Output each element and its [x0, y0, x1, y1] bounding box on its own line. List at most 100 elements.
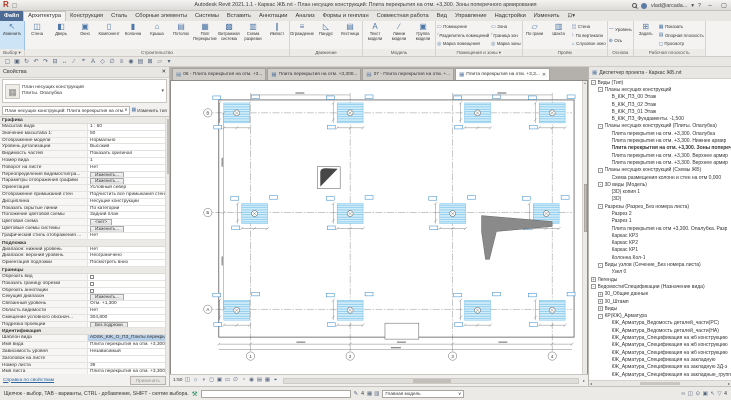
property-value[interactable]	[88, 281, 165, 287]
select-links-icon[interactable]: ∞	[681, 391, 685, 397]
area-button[interactable]: ▭Зона	[491, 24, 521, 30]
ref-plane-button[interactable]: ▤Опорная плоскость	[659, 32, 704, 38]
ribbon-tab[interactable]: Архитектура	[23, 11, 66, 21]
area-boundary-button[interactable]: ∕Граница зон	[491, 32, 521, 38]
drag-on-selection-icon[interactable]: ↖	[710, 391, 715, 397]
browser-item[interactable]: Каркас КР2	[589, 240, 731, 247]
browser-item[interactable]: -Разрезы (Разрез_Без номера листа)	[589, 203, 731, 210]
plan-canvas[interactable]: 1 2 3 4 В Б А ▴	[170, 80, 588, 374]
scrollbar-thumb[interactable]	[413, 379, 451, 383]
collapse-icon[interactable]: -	[598, 182, 603, 187]
browser-item[interactable]: Узел 0	[589, 269, 731, 276]
browser-item[interactable]: Плита перекрытия на отм. +3,300. Нижнее …	[589, 137, 731, 144]
ribbon-tab[interactable]: Формы и генплан	[319, 11, 373, 21]
browser-item[interactable]: КЖ_Арматура_Ведомость деталей_части(РС)	[589, 320, 731, 327]
select-underlay-icon[interactable]: ◫	[688, 391, 693, 397]
browser-item[interactable]: Колонна Кол-1	[589, 254, 731, 261]
browser-item[interactable]: Плита перекрытия на отм. +3,300. Зоны по…	[589, 145, 731, 152]
collapse-icon[interactable]: -	[598, 263, 603, 268]
mullion-button[interactable]: ∥Импост	[265, 21, 289, 49]
model-group-button[interactable]: ▣Группа модели	[411, 21, 435, 49]
room-separator-button[interactable]: ∕Разделитель помещений	[437, 32, 489, 38]
browser-item[interactable]: КЖ_Арматура_Спецификация на жб конструкц…	[589, 342, 731, 349]
ribbon-tab[interactable]: Аннотации	[255, 11, 291, 21]
browser-item[interactable]: В_КЖ_ПЗ_Фундаменты. -1,500	[589, 115, 731, 122]
editable-only-icon[interactable]: ✎	[354, 391, 359, 397]
ribbon-group-label[interactable]: Движение	[290, 49, 362, 56]
expand-icon[interactable]: +	[598, 299, 603, 304]
ribbon-tab[interactable]: Изменить	[530, 11, 564, 21]
scrollbar-thumb[interactable]	[167, 119, 170, 174]
edit-button[interactable]: Изменить...	[90, 226, 124, 232]
modify-button[interactable]: ↖Изменить	[0, 21, 24, 49]
property-value[interactable]	[88, 288, 165, 294]
grid-button[interactable]: ⊕Ось	[609, 38, 632, 44]
schedules-icon[interactable]: ▤	[137, 58, 144, 65]
viewer-button[interactable]: ◻Просмотр	[659, 41, 704, 47]
expand-icon[interactable]: +	[598, 292, 603, 297]
collapse-icon[interactable]: -	[591, 80, 596, 85]
property-group-header[interactable]: Графика	[0, 117, 165, 124]
canvas-vertical-scrollbar[interactable]: ▴	[582, 81, 587, 374]
restore-button[interactable]: ▢	[719, 2, 729, 9]
wall-opening-button[interactable]: ◫Стена	[572, 24, 606, 30]
property-group-header[interactable]: Идентификация	[0, 328, 165, 335]
measure-icon[interactable]: ↔	[61, 59, 68, 65]
model-line-button[interactable]: ∕Линии модели	[387, 21, 411, 49]
vertical-opening-button[interactable]: ↕По вертикали	[572, 32, 606, 38]
ribbon-tab[interactable]: Файл	[0, 11, 23, 21]
browser-item[interactable]: +00_Штамп	[589, 298, 731, 305]
property-value[interactable]: Изменить...	[88, 178, 165, 184]
browser-item[interactable]: В_КЖ_ПЗ_00 Этаж	[589, 94, 731, 101]
property-value[interactable]: <нет>	[88, 219, 165, 225]
ribbon-tab[interactable]: Конструкция	[66, 11, 107, 21]
view-tab[interactable]: ▦Плита перекрытия на отм. +3,300...	[267, 68, 361, 80]
browser-item[interactable]: Каркас КР1	[589, 247, 731, 254]
section-icon[interactable]: ∅	[109, 58, 116, 65]
collapse-icon[interactable]: -	[591, 284, 596, 289]
properties-help-link[interactable]: Справка по свойствам	[3, 378, 54, 383]
detail-symbol[interactable]	[317, 167, 340, 189]
design-options-icon[interactable]: ▥	[374, 391, 379, 397]
undo-icon[interactable]: ↶	[33, 58, 40, 65]
design-options-combo[interactable]: Главная модель ∨	[382, 390, 464, 398]
switch-windows-icon[interactable]: ▱	[156, 58, 163, 65]
ribbon-tab[interactable]: Сборные элементы	[131, 11, 191, 21]
browser-item[interactable]: +Виды	[589, 305, 731, 312]
browser-item[interactable]: Схема размещения колонн и стен на отм 0,…	[589, 174, 731, 181]
browser-item[interactable]: В_КЖ_ПЗ_01 Этаж	[589, 108, 731, 115]
browser-item[interactable]: Разрез 2	[589, 210, 731, 217]
app-menu-icon[interactable]: ▢	[12, 2, 18, 9]
browser-item[interactable]: КЖ_Арматура_Спецификация на жб конструкц…	[589, 349, 731, 356]
browser-item[interactable]: -Ведомости/Спецификации (Назначение вида…	[589, 283, 731, 290]
show-work-plane-button[interactable]: ▦Показать	[659, 24, 704, 30]
edit-button[interactable]: Изменить...	[90, 172, 124, 178]
properties-filter-combo[interactable]: План несущих конструкций: Плита перекрыт…	[2, 106, 130, 115]
curtain-system-button[interactable]: ▩Витражная система	[217, 21, 241, 49]
browser-item[interactable]: {3D} копия 1	[589, 188, 731, 195]
checkbox[interactable]	[90, 275, 94, 279]
browser-item[interactable]: В_КЖ_ПЗ_02 Этаж	[589, 101, 731, 108]
filled-region[interactable]	[482, 216, 553, 260]
level-button[interactable]: —Уровень	[609, 26, 632, 32]
browser-item[interactable]: {3D}	[589, 196, 731, 203]
edit-button[interactable]: Изменить...	[90, 178, 124, 184]
ribbon-tab[interactable]: Сталь	[107, 11, 131, 21]
sync-with-central-icon[interactable]: ↻	[23, 58, 30, 65]
text-icon[interactable]: A	[90, 59, 97, 65]
browser-item[interactable]: -3D виды (Модель)	[589, 181, 731, 188]
type-selector[interactable]: ▦ План несущих конструкций Плиты. Опалуб…	[2, 79, 167, 103]
view-tab[interactable]: ▤07 - Плита перекрытия на отм. +...	[362, 68, 454, 80]
rebar-zones[interactable]	[213, 95, 575, 327]
property-value[interactable]	[88, 274, 165, 280]
ribbon-tab[interactable]: ⊡▾	[563, 11, 579, 21]
editing-requests-icon[interactable]: ⚒	[192, 390, 198, 398]
browser-item[interactable]: -Планы несущих конструкций (Схемы ЖБ)	[589, 167, 731, 174]
visual-style-icon[interactable]: ◫	[185, 377, 191, 384]
scroll-right-icon[interactable]: ▸	[583, 378, 585, 383]
collapse-icon[interactable]: -	[598, 204, 603, 209]
shadows-icon[interactable]: ◑	[201, 377, 207, 384]
ribbon-tab[interactable]: Управление	[451, 11, 491, 21]
browser-item[interactable]: +00_Общие данные	[589, 291, 731, 298]
floor-button[interactable]: ▦Пол/Перекрытие	[193, 21, 217, 49]
